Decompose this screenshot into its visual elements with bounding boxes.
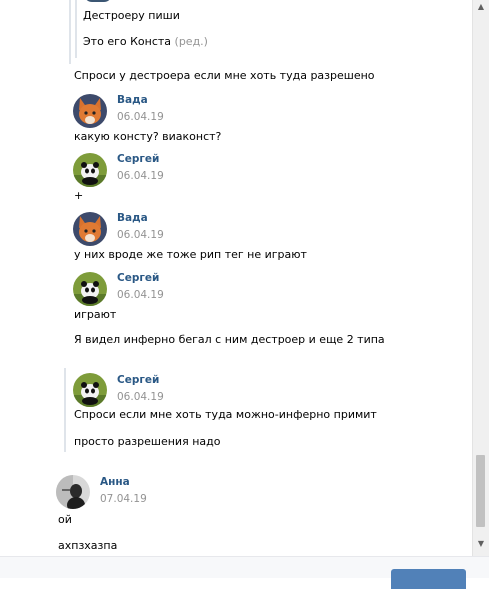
author-name[interactable]: Анна xyxy=(100,476,130,488)
message-date[interactable]: 07.04.19 xyxy=(100,493,147,505)
quoted-message: Это его Конста (ред.) xyxy=(83,35,208,48)
message-history: Дестроеру пиши Это его Конста (ред.) Спр… xyxy=(0,0,472,556)
message-text: какую консту? виаконст? xyxy=(74,130,222,143)
avatar-vada[interactable] xyxy=(73,94,107,128)
message-date[interactable]: 06.04.19 xyxy=(117,229,164,241)
author-name[interactable]: Сергей xyxy=(117,272,159,284)
author-name[interactable]: Вада xyxy=(117,212,148,224)
message-text: у них вроде же тоже рип тег не играют xyxy=(74,248,307,261)
quote-bar xyxy=(64,368,66,452)
message-text: ой xyxy=(58,513,72,526)
avatar-sergey[interactable] xyxy=(73,373,107,407)
author-name[interactable]: Сергей xyxy=(117,153,159,165)
quote-bar-inner xyxy=(75,0,77,58)
author-name[interactable]: Сергей xyxy=(117,374,159,386)
compose-area xyxy=(0,556,489,589)
message-text: Спроси у дестроера если мне хоть туда ра… xyxy=(74,69,375,82)
avatar-sergey[interactable] xyxy=(73,153,107,187)
message-text: ахпзхазпа xyxy=(58,539,118,552)
message-text: Спроси если мне хоть туда можно-инферно … xyxy=(74,408,377,421)
scroll-up-icon[interactable]: ▲ xyxy=(473,0,489,14)
message-text: играют xyxy=(74,308,117,321)
message-date[interactable]: 06.04.19 xyxy=(117,391,164,403)
quoted-message: Дестроеру пиши xyxy=(83,9,180,22)
message-text: просто разрешения надо xyxy=(74,435,221,448)
quote-bar-outer xyxy=(69,0,71,64)
scroll-down-icon[interactable]: ▼ xyxy=(473,537,489,551)
avatar-vada[interactable] xyxy=(73,212,107,246)
message-date[interactable]: 06.04.19 xyxy=(117,111,164,123)
avatar-sergey[interactable] xyxy=(73,272,107,306)
avatar-partial xyxy=(84,0,112,2)
edited-label: (ред.) xyxy=(174,35,208,48)
message-date[interactable]: 06.04.19 xyxy=(117,170,164,182)
send-button[interactable] xyxy=(391,569,466,589)
message-text: + xyxy=(74,189,84,202)
message-text: Я видел инферно бегал с ним дестроер и е… xyxy=(74,333,385,346)
author-name[interactable]: Вада xyxy=(117,94,148,106)
message-date[interactable]: 06.04.19 xyxy=(117,289,164,301)
scroll-thumb[interactable] xyxy=(476,455,485,527)
vertical-scrollbar[interactable]: ▲ ▼ xyxy=(472,0,489,556)
avatar-anna[interactable] xyxy=(56,475,90,509)
